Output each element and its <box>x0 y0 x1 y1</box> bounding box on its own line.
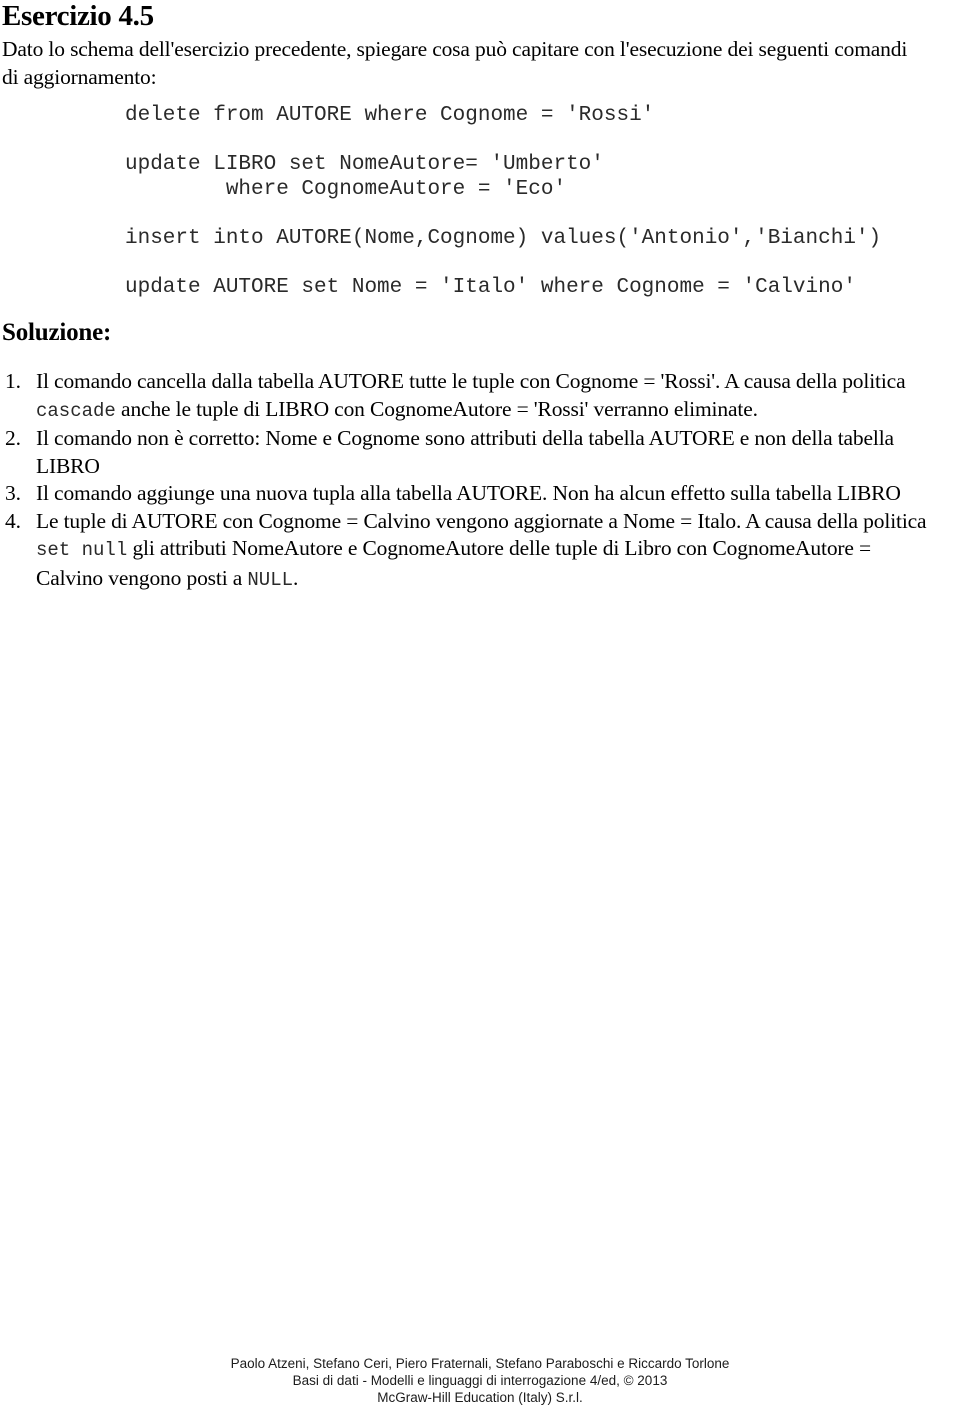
list-item-text: . <box>293 565 299 590</box>
list-item-text: anche le tuple di LIBRO con CognomeAutor… <box>115 396 758 421</box>
code-line: insert into AUTORE(Nome,Cognome) values(… <box>125 226 882 250</box>
sql-code-block: delete from AUTORE where Cognome = 'Ross… <box>2 104 932 300</box>
list-item-marker: 2. <box>5 426 21 450</box>
inline-code: set null <box>36 539 128 561</box>
document-page: Esercizio 4.5 Dato lo schema dell'eserci… <box>0 0 960 1416</box>
list-item-text: Il comando cancella dalla tabella AUTORE… <box>36 369 906 393</box>
footer-authors: Paolo Atzeni, Stefano Ceri, Piero Frater… <box>230 1356 730 1371</box>
list-item-text: Il comando non è corretto: Nome e Cognom… <box>36 426 894 478</box>
spacer-after-solution-heading <box>2 348 932 368</box>
inline-code: NULL <box>247 568 293 591</box>
solution-list-item: 4. Le tuple di AUTORE con Cognome = Calvi… <box>2 508 940 595</box>
page-title: Esercizio 4.5 <box>2 0 154 32</box>
code-line: update LIBRO set NomeAutore= 'Umberto' <box>125 153 604 176</box>
spacer-before-solution <box>2 300 932 318</box>
list-item-text: Le tuple di AUTORE con Cognome = Calvino… <box>36 508 927 533</box>
code-line: delete from AUTORE where Cognome = 'Ross… <box>125 104 655 127</box>
list-item-marker: 4. <box>5 508 21 533</box>
solution-list-item: 3. Il comando aggiunge una nuova tupla al… <box>2 480 940 508</box>
page-footer: Paolo Atzeni, Stefano Ceri, Piero Frater… <box>0 1355 960 1406</box>
intro-paragraph: Dato lo schema dell'esercizio precedente… <box>2 37 908 89</box>
spacer-before-code <box>2 91 932 104</box>
solution-list: 1. Il comando cancella dalla tabella AUTO… <box>2 368 940 594</box>
solution-list-item: 2. Il comando non è corretto: Nome e Cogn… <box>2 425 940 480</box>
solution-heading: Soluzione: <box>2 319 112 346</box>
code-line: update AUTORE set Nome = 'Italo' where C… <box>125 275 856 299</box>
list-item-text: Il comando aggiunge una nuova tupla alla… <box>36 481 901 505</box>
list-item-text: gli attributi NomeAutore e CognomeAutore… <box>36 536 872 590</box>
code-line: where CognomeAutore = 'Eco' <box>125 177 567 201</box>
list-item-marker: 3. <box>5 481 21 505</box>
inline-code: cascade <box>36 399 116 422</box>
footer-publisher: McGraw-Hill Education (Italy) S.r.l. <box>377 1390 583 1405</box>
list-item-marker: 1. <box>5 369 21 393</box>
solution-list-item: 1. Il comando cancella dalla tabella AUTO… <box>2 368 940 425</box>
footer-book-title: Basi di dati - Modelli e linguaggi di in… <box>292 1373 668 1388</box>
